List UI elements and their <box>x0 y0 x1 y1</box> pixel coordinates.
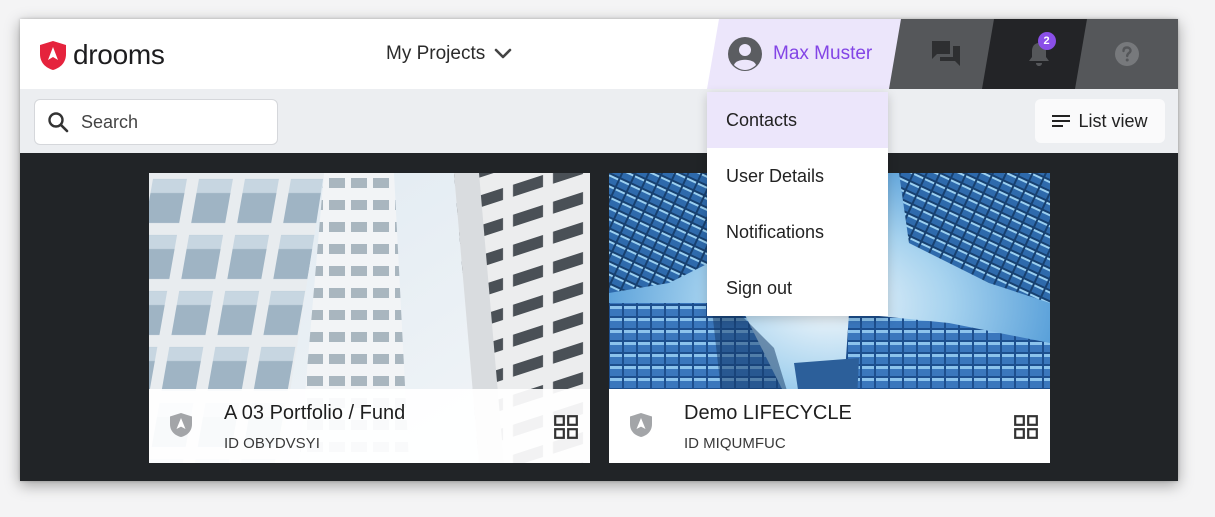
chevron-down-icon <box>494 48 512 59</box>
user-avatar-icon <box>728 37 762 71</box>
list-view-button[interactable]: List view <box>1035 99 1165 143</box>
my-projects-dropdown[interactable]: My Projects <box>386 43 512 65</box>
top-header: drooms My Projects Max Muster 2 <box>20 19 1178 89</box>
menu-item-sign-out[interactable]: Sign out <box>707 260 888 316</box>
user-dropdown-menu: Contacts User Details Notifications Sign… <box>707 92 888 316</box>
chat-icon <box>931 41 960 66</box>
project-id: ID MIQUMFUC <box>684 435 786 452</box>
list-icon <box>1052 115 1071 127</box>
project-title: Demo LIFECYCLE <box>684 402 852 424</box>
grid-icon[interactable] <box>554 415 578 439</box>
menu-item-contacts[interactable]: Contacts <box>707 92 888 148</box>
project-shield-icon <box>630 413 652 437</box>
app-window: drooms My Projects Max Muster 2 Search L… <box>20 19 1178 481</box>
notification-count-badge: 2 <box>1037 32 1056 50</box>
my-projects-label: My Projects <box>386 43 486 64</box>
help-icon <box>1114 42 1139 66</box>
brand-name: drooms <box>73 39 165 70</box>
search-placeholder: Search <box>81 111 139 132</box>
grid-icon[interactable] <box>1014 415 1038 439</box>
project-card[interactable]: A 03 Portfolio / Fund ID OBYDVSYI <box>149 173 590 463</box>
bell-wrap: 2 <box>1027 32 1056 67</box>
project-id: ID OBYDVSYI <box>224 435 320 452</box>
search-input[interactable]: Search <box>34 99 278 145</box>
help-button[interactable] <box>1075 19 1178 89</box>
drooms-shield-icon <box>40 40 66 70</box>
toolbar: Search List view <box>20 89 1178 153</box>
project-shield-icon <box>170 413 192 437</box>
menu-item-notifications[interactable]: Notifications <box>707 204 888 260</box>
menu-item-user-details[interactable]: User Details <box>707 148 888 204</box>
list-view-label: List view <box>1078 110 1148 131</box>
project-card-footer: A 03 Portfolio / Fund ID OBYDVSYI <box>149 389 590 463</box>
search-icon <box>48 112 69 133</box>
user-name: Max Muster <box>773 43 873 64</box>
project-title: A 03 Portfolio / Fund <box>224 402 406 424</box>
drooms-logo[interactable]: drooms <box>39 39 165 71</box>
user-menu-button[interactable]: Max Muster <box>707 19 903 89</box>
project-card-footer: Demo LIFECYCLE ID MIQUMFUC <box>609 389 1050 463</box>
